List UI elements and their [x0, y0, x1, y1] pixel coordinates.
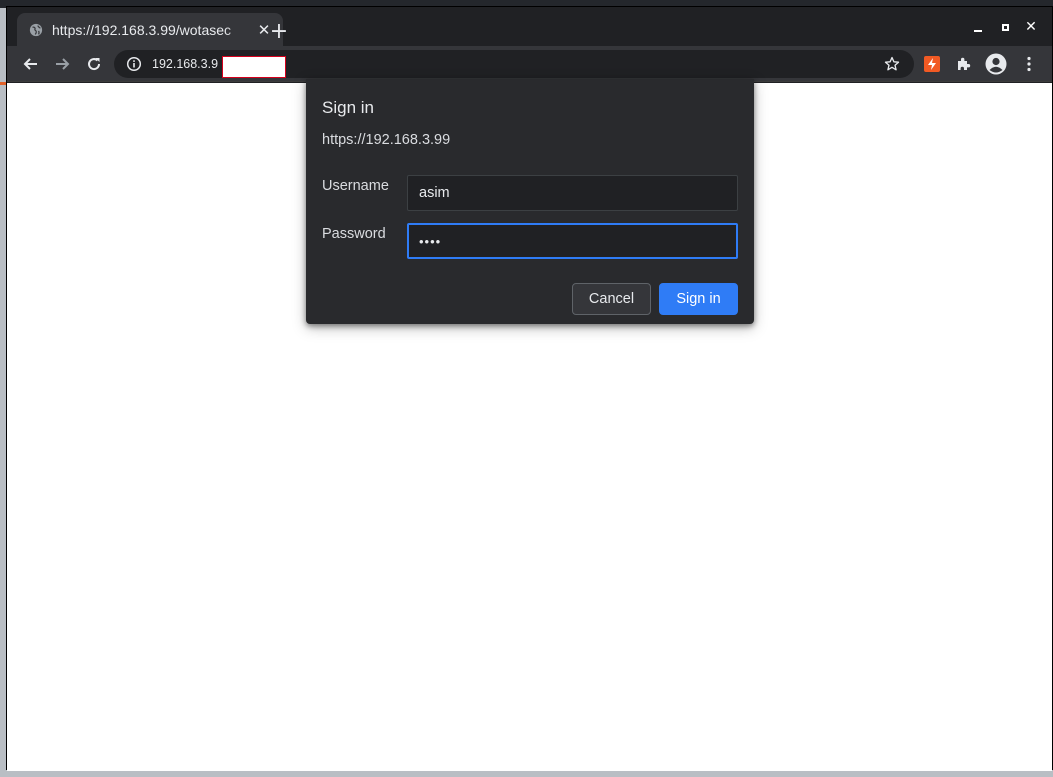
password-input[interactable]: [407, 223, 738, 259]
extension-button[interactable]: [920, 52, 944, 76]
sign-in-button[interactable]: Sign in: [659, 283, 738, 315]
browser-tab[interactable]: https://192.168.3.99/wotasec ✕: [17, 13, 283, 46]
username-input[interactable]: [407, 175, 738, 211]
extensions-menu-button[interactable]: [952, 52, 976, 76]
tab-title: https://192.168.3.99/wotasec: [52, 21, 232, 38]
close-window-button[interactable]: ✕: [1021, 17, 1041, 37]
password-label: Password: [322, 226, 386, 242]
account-icon: [985, 53, 1007, 75]
puzzle-icon: [958, 57, 971, 70]
bookmark-star-button[interactable]: [880, 52, 904, 76]
tab-strip: https://192.168.3.99/wotasec ✕ + ✕: [7, 7, 1052, 46]
kebab-menu-icon: [1027, 56, 1031, 72]
back-button[interactable]: [18, 52, 42, 76]
dialog-origin: https://192.168.3.99: [322, 132, 451, 148]
minimize-button[interactable]: [968, 17, 988, 37]
close-window-icon: ✕: [1025, 19, 1037, 35]
cancel-button[interactable]: Cancel: [572, 283, 651, 315]
browser-menu-button[interactable]: [1017, 52, 1041, 76]
profile-button[interactable]: [984, 52, 1008, 76]
star-icon: [884, 56, 900, 71]
redaction-box: [222, 56, 286, 78]
username-label: Username: [322, 178, 389, 194]
lightning-icon: [924, 56, 940, 72]
maximize-icon: [1001, 23, 1009, 31]
dialog-title: Sign in: [322, 98, 374, 117]
browser-toolbar: 192.168.3.9: [7, 46, 1052, 82]
maximize-button[interactable]: [995, 17, 1015, 37]
left-edge-accent: [0, 82, 6, 85]
address-url: 192.168.3.9: [152, 57, 219, 71]
arrow-left-icon: [23, 58, 37, 70]
new-tab-button[interactable]: +: [267, 19, 291, 44]
forward-button[interactable]: [51, 52, 75, 76]
info-icon[interactable]: [126, 56, 142, 72]
arrow-right-icon: [56, 58, 70, 70]
minimize-icon: [974, 30, 982, 32]
reload-button[interactable]: [82, 52, 106, 76]
browser-window: https://192.168.3.99/wotasec ✕ + ✕ 192.1…: [6, 6, 1053, 771]
sign-in-dialog: Sign in https://192.168.3.99 Username Pa…: [306, 79, 754, 324]
globe-icon: [29, 23, 43, 36]
reload-icon: [88, 58, 101, 71]
